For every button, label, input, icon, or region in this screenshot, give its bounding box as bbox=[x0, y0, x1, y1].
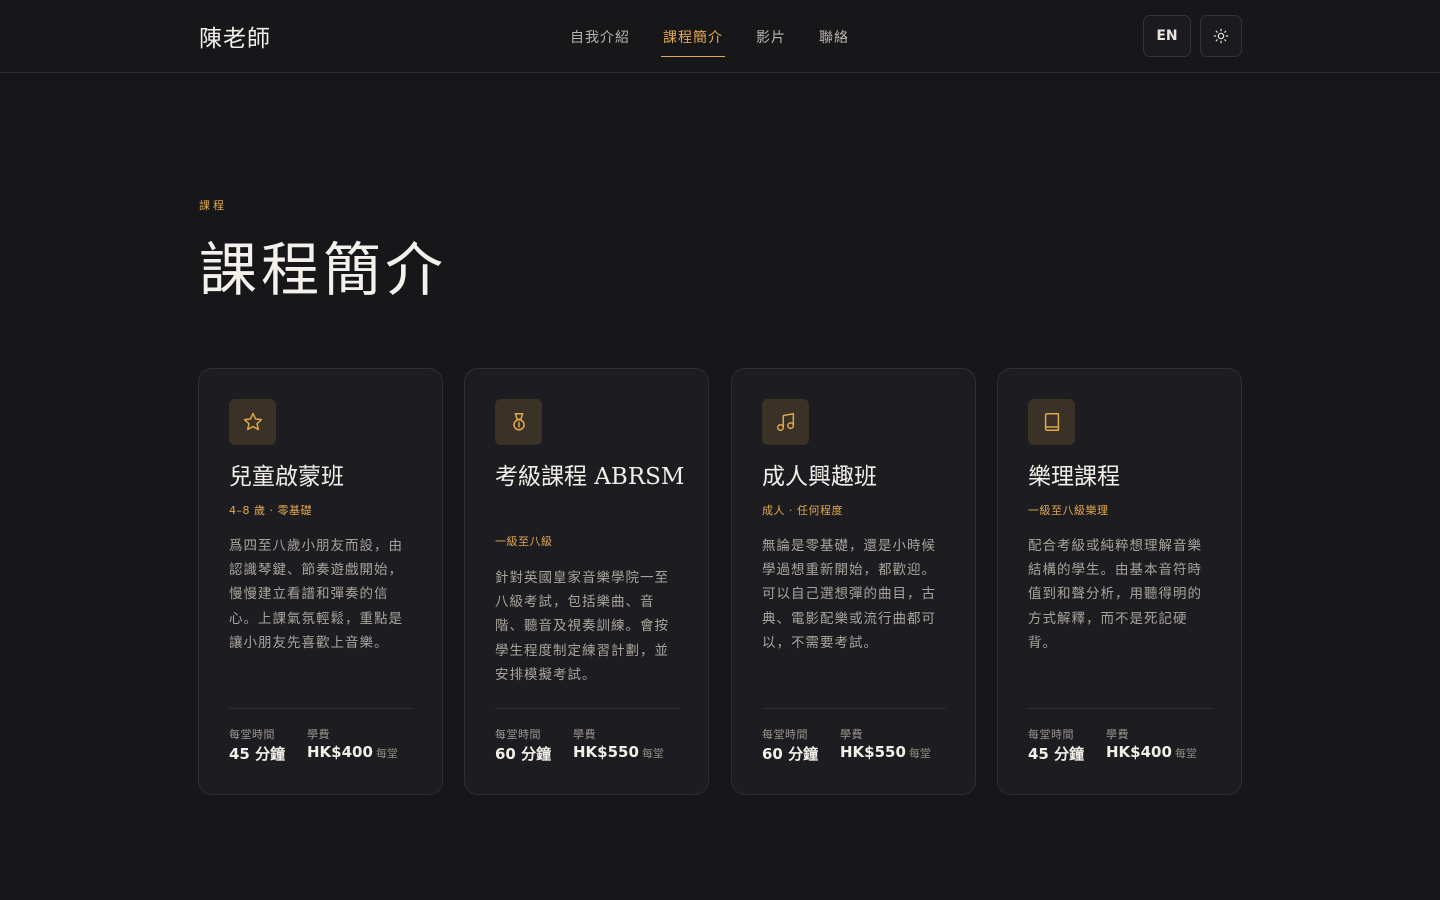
course-card-exam[interactable]: 考級課程 ABRSM 一級至八級 針對英國皇家音樂學院一至八級考試，包括樂曲、音… bbox=[464, 368, 709, 795]
lesson-time-value: 45 分鐘 bbox=[1028, 745, 1085, 763]
fee-label: 學費 bbox=[840, 728, 863, 741]
sun-icon bbox=[1213, 28, 1229, 44]
fee-unit: 每堂 bbox=[1174, 747, 1197, 760]
lesson-time-value: 45 分鐘 bbox=[229, 745, 286, 763]
fee-value: HK$400 bbox=[1106, 743, 1172, 761]
section-eyebrow: 課程 bbox=[199, 199, 227, 212]
lesson-time-value: 60 分鐘 bbox=[495, 745, 552, 763]
fee-unit: 每堂 bbox=[375, 747, 398, 760]
language-toggle-button[interactable]: EN bbox=[1143, 15, 1191, 57]
course-card-kids[interactable]: 兒童啟蒙班 4–8 歲 · 零基礎 爲四至八歲小朋友而設，由認識琴鍵、節奏遊戲開… bbox=[198, 368, 443, 795]
lesson-time-label: 每堂時間 bbox=[229, 728, 275, 741]
fee-label: 學費 bbox=[1106, 728, 1129, 741]
page-title: 課程簡介 bbox=[199, 236, 448, 304]
course-subtitle: 4–8 歲 · 零基礎 bbox=[229, 504, 312, 517]
card-icon-tile bbox=[229, 399, 276, 445]
main-nav: 自我介紹 課程簡介 影片 聯絡 bbox=[568, 0, 880, 73]
course-subtitle: 成人 · 任何程度 bbox=[762, 504, 843, 517]
book-icon bbox=[1044, 413, 1059, 431]
fee-label: 學費 bbox=[573, 728, 596, 741]
course-title: 成人興趣班 bbox=[762, 464, 877, 490]
course-description: 針對英國皇家音樂學院一至八級考試，包括樂曲、音階、聽音及視奏訓練。會按學生程度制… bbox=[495, 570, 669, 683]
medal-icon bbox=[512, 413, 525, 431]
top-navigation-bar: 陳老師 自我介紹 課程簡介 影片 聯絡 EN bbox=[0, 0, 1440, 73]
star-icon bbox=[243, 412, 262, 431]
card-divider bbox=[229, 708, 413, 709]
course-card-adult[interactable]: 成人興趣班 成人 · 任何程度 無論是零基礎，還是小時候學過想重新開始，都歡迎。… bbox=[731, 368, 976, 795]
course-subtitle: 一級至八級樂理 bbox=[1028, 504, 1109, 517]
course-title: 樂理課程 bbox=[1028, 464, 1120, 490]
fee-value-group: HK$550 每堂 bbox=[573, 743, 664, 761]
course-card-theory[interactable]: 樂理課程 一級至八級樂理 配合考級或純粹想理解音樂結構的學生。由基本音符時值到和… bbox=[997, 368, 1242, 795]
course-subtitle: 一級至八級 bbox=[495, 535, 553, 548]
nav-item-contact[interactable]: 聯絡 bbox=[817, 19, 851, 55]
lesson-time-label: 每堂時間 bbox=[1028, 728, 1074, 741]
fee-value-group: HK$400 每堂 bbox=[1106, 743, 1197, 761]
music-note-icon bbox=[776, 413, 794, 431]
fee-unit: 每堂 bbox=[908, 747, 931, 760]
course-title: 兒童啟蒙班 bbox=[229, 464, 344, 490]
fee-value: HK$400 bbox=[307, 743, 373, 761]
course-description: 配合考級或純粹想理解音樂結構的學生。由基本音符時值到和聲分析，用聽得明的方式解釋… bbox=[1028, 538, 1202, 651]
fee-value-group: HK$550 每堂 bbox=[840, 743, 931, 761]
card-icon-tile bbox=[495, 399, 542, 445]
lesson-time-label: 每堂時間 bbox=[762, 728, 808, 741]
course-title: 考級課程 ABRSM bbox=[495, 464, 685, 490]
course-description: 無論是零基礎，還是小時候學過想重新開始，都歡迎。可以自己選想彈的曲目，古典、電影… bbox=[762, 538, 936, 651]
card-divider bbox=[762, 708, 946, 709]
theme-toggle-button[interactable] bbox=[1200, 15, 1242, 57]
card-icon-tile bbox=[1028, 399, 1075, 445]
lesson-time-value: 60 分鐘 bbox=[762, 745, 819, 763]
card-icon-tile bbox=[762, 399, 809, 445]
nav-item-about[interactable]: 自我介紹 bbox=[568, 19, 632, 55]
fee-value: HK$550 bbox=[573, 743, 639, 761]
card-divider bbox=[495, 708, 679, 709]
fee-value-group: HK$400 每堂 bbox=[307, 743, 398, 761]
card-divider bbox=[1028, 708, 1212, 709]
nav-item-videos[interactable]: 影片 bbox=[754, 19, 788, 55]
brand-logo-text[interactable]: 陳老師 bbox=[199, 19, 271, 53]
lesson-time-label: 每堂時間 bbox=[495, 728, 541, 741]
fee-label: 學費 bbox=[307, 728, 330, 741]
course-description: 爲四至八歲小朋友而設，由認識琴鍵、節奏遊戲開始，慢慢建立看譜和彈奏的信心。上課氣… bbox=[229, 538, 403, 651]
fee-value: HK$550 bbox=[840, 743, 906, 761]
fee-unit: 每堂 bbox=[641, 747, 664, 760]
nav-item-courses[interactable]: 課程簡介 bbox=[661, 19, 725, 57]
